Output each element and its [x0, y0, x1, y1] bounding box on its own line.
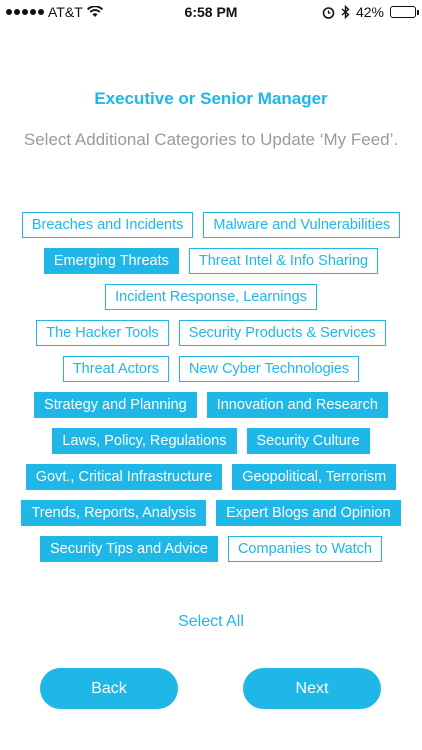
category-chip[interactable]: Security Products & Services — [178, 320, 386, 346]
battery-percent: 42% — [355, 4, 384, 20]
category-chip[interactable]: Expert Blogs and Opinion — [216, 500, 401, 526]
category-chip[interactable]: Threat Intel & Info Sharing — [188, 248, 379, 274]
category-chip[interactable]: Threat Actors — [62, 356, 170, 382]
back-button[interactable]: Back — [40, 668, 178, 709]
status-bar: AT&T 6:58 PM 42% — [0, 0, 422, 26]
next-button[interactable]: Next — [243, 668, 381, 709]
bluetooth-icon — [341, 5, 350, 19]
category-row: Strategy and Planning Innovation and Res… — [34, 392, 388, 418]
category-chip[interactable]: Emerging Threats — [43, 248, 179, 274]
category-row: Trends, Reports, Analysis Expert Blogs a… — [21, 500, 401, 526]
category-row: Laws, Policy, Regulations Security Cultu… — [52, 428, 370, 454]
category-row: Incident Response, Learnings — [105, 284, 317, 310]
category-row: Security Tips and Advice Companies to Wa… — [39, 536, 383, 562]
category-chip[interactable]: The Hacker Tools — [36, 320, 169, 346]
status-right: 42% — [322, 4, 419, 20]
category-chip[interactable]: Strategy and Planning — [34, 392, 197, 418]
category-row: Emerging Threats Threat Intel & Info Sha… — [43, 248, 379, 274]
category-chip[interactable]: Trends, Reports, Analysis — [21, 500, 207, 526]
category-chip[interactable]: Innovation and Research — [206, 392, 388, 418]
category-row: Govt., Critical Infrastructure Geopoliti… — [25, 464, 397, 490]
battery-icon — [390, 6, 419, 18]
category-chip[interactable]: Breaches and Incidents — [21, 212, 194, 238]
alarm-icon — [322, 6, 335, 19]
category-chip[interactable]: Laws, Policy, Regulations — [52, 428, 237, 454]
page-title: Executive or Senior Manager — [94, 89, 328, 108]
category-chip[interactable]: New Cyber Technologies — [179, 356, 360, 382]
category-chip[interactable]: Govt., Critical Infrastructure — [25, 464, 223, 490]
category-chip[interactable]: Security Tips and Advice — [39, 536, 218, 562]
category-chip[interactable]: Companies to Watch — [227, 536, 383, 562]
category-chip[interactable]: Geopolitical, Terrorism — [232, 464, 397, 490]
select-all-link[interactable]: Select All — [0, 613, 422, 631]
category-row: Threat Actors New Cyber Technologies — [62, 356, 360, 382]
category-row: Breaches and Incidents Malware and Vulne… — [21, 212, 401, 238]
category-row: The Hacker Tools Security Products & Ser… — [36, 320, 386, 346]
category-chip[interactable]: Malware and Vulnerabilities — [203, 212, 401, 238]
category-list: Breaches and Incidents Malware and Vulne… — [0, 212, 422, 562]
category-chip[interactable]: Security Culture — [246, 428, 370, 454]
page-subtitle: Select Additional Categories to Update ‘… — [23, 130, 399, 149]
category-chip[interactable]: Incident Response, Learnings — [105, 284, 317, 310]
